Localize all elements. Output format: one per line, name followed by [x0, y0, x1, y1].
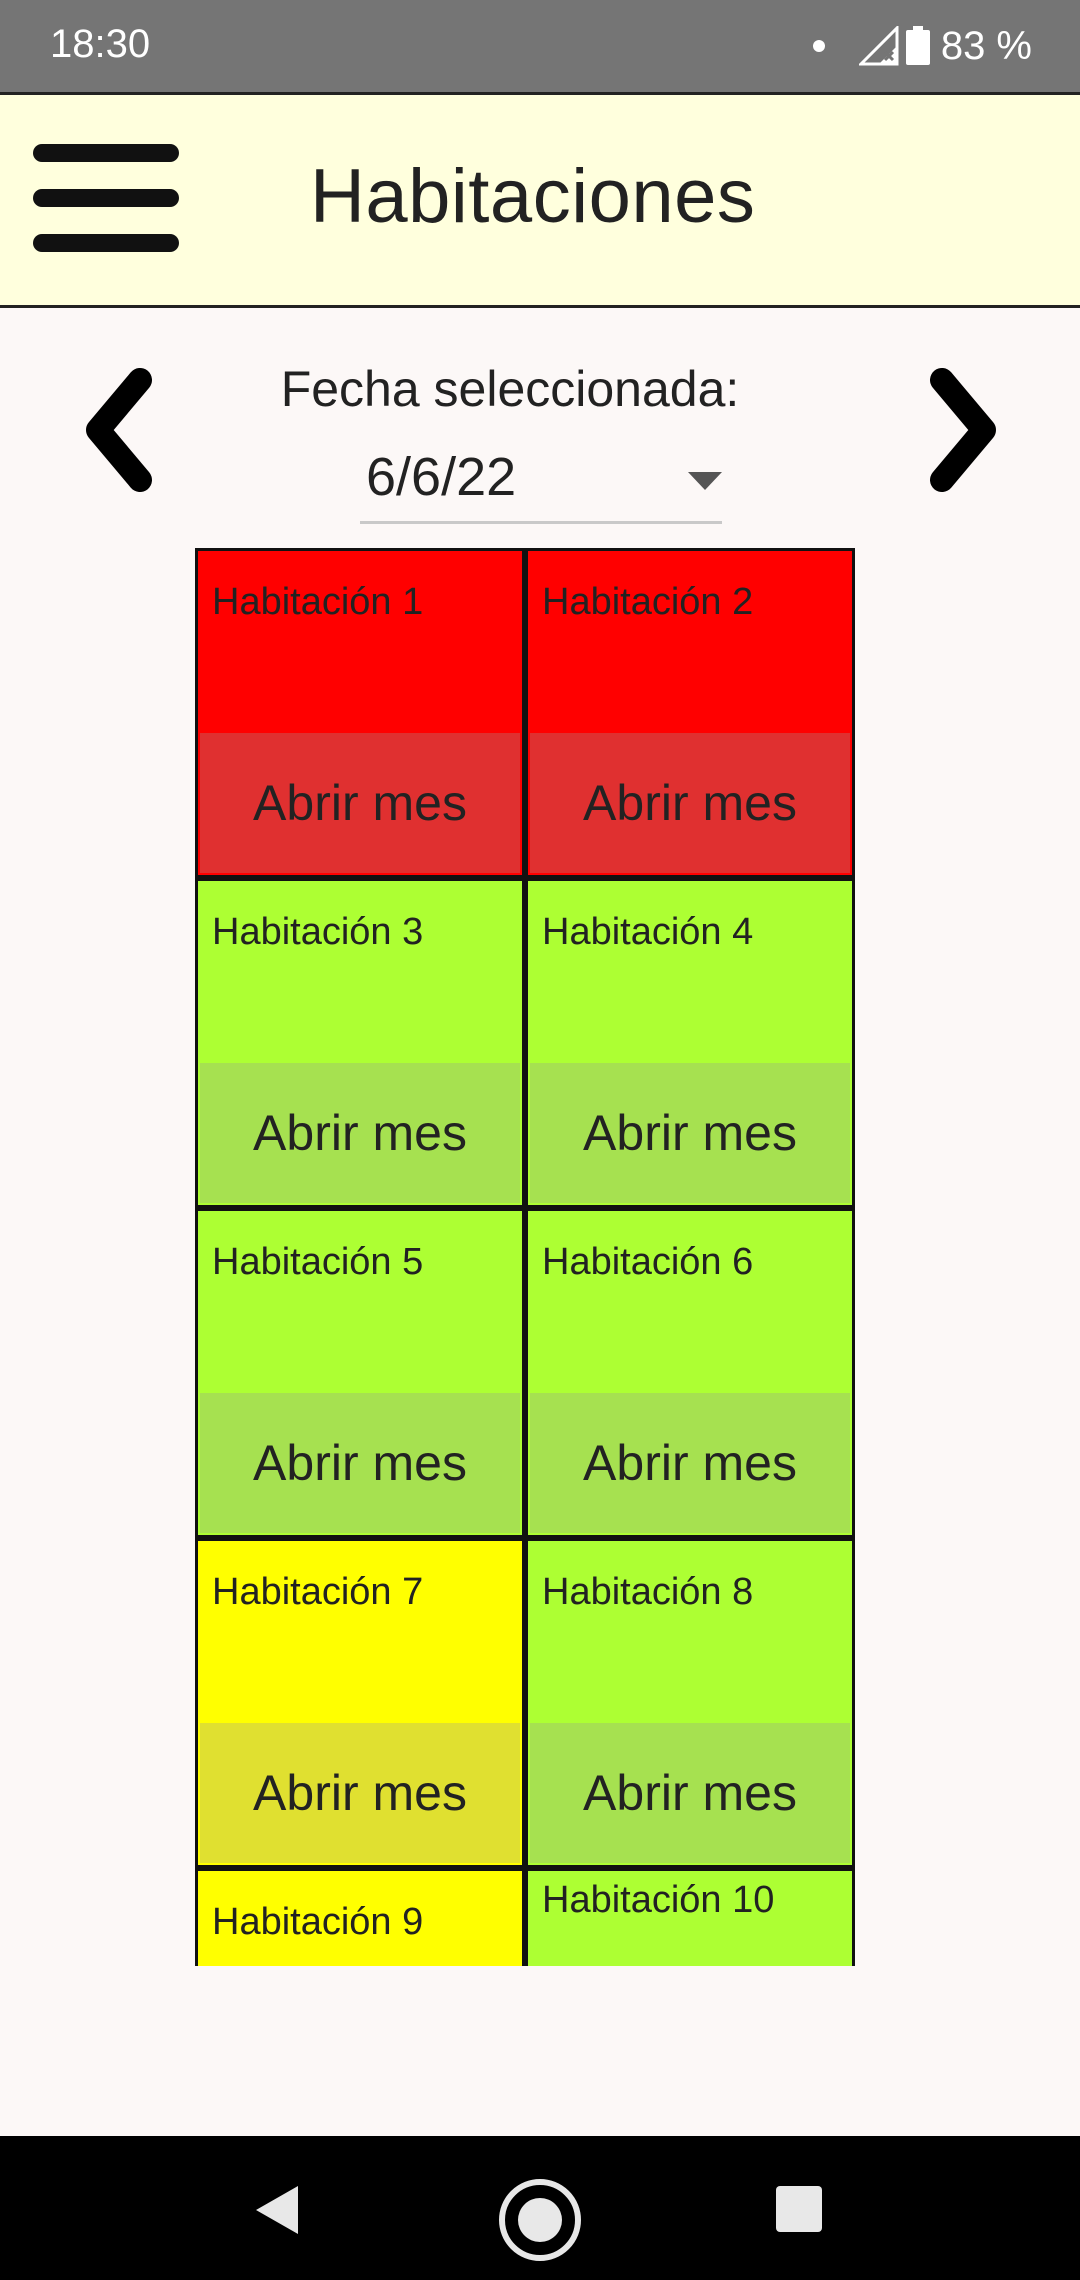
open-month-button[interactable]: Abrir mes [200, 1723, 520, 1863]
chevron-left-icon [86, 368, 152, 492]
room-card[interactable]: Habitación 5 Abrir mes [195, 1208, 525, 1538]
room-card[interactable]: Habitación 7 Abrir mes [195, 1538, 525, 1868]
recents-icon[interactable] [774, 2184, 824, 2234]
room-card[interactable]: Habitación 4 Abrir mes [525, 878, 855, 1208]
date-dropdown[interactable]: 6/6/22 [360, 442, 722, 524]
room-name: Habitación 2 [542, 581, 754, 623]
room-name: Habitación 4 [542, 911, 754, 953]
room-name: Habitación 5 [212, 1241, 424, 1283]
hamburger-menu-icon [33, 144, 179, 252]
room-name: Habitación 7 [212, 1571, 424, 1613]
open-month-button[interactable]: Abrir mes [200, 1063, 520, 1203]
menu-button[interactable] [32, 143, 180, 253]
room-name: Habitación 3 [212, 911, 424, 953]
date-label: Fecha seleccionada: [280, 361, 740, 417]
system-nav-bar [0, 2136, 1080, 2280]
room-card[interactable]: Habitación 6 Abrir mes [525, 1208, 855, 1538]
room-card[interactable]: Habitación 10Abrir mes [525, 1868, 855, 1966]
battery-level: 83 % [940, 23, 1032, 68]
open-month-button[interactable]: Abrir mes [530, 733, 850, 873]
room-name: Habitación 8 [542, 1571, 754, 1613]
room-card[interactable]: Habitación 3 Abrir mes [195, 878, 525, 1208]
open-month-button[interactable]: Abrir mes [530, 1063, 850, 1203]
room-name: Habitación 6 [542, 1241, 754, 1283]
room-card[interactable]: Habitación 9Abrir mes [195, 1868, 525, 1966]
room-card[interactable]: Habitación 1 Abrir mes [195, 548, 525, 878]
room-card[interactable]: Habitación 2 Abrir mes [525, 548, 855, 878]
page-title: Habitaciones [310, 154, 756, 239]
previous-date-button[interactable] [78, 362, 168, 502]
room-name: Habitación 9 [212, 1901, 424, 1943]
room-card[interactable]: Habitación 8 Abrir mes [525, 1538, 855, 1868]
room-name: Habitación 1 [212, 581, 424, 623]
date-value: 6/6/22 [366, 447, 517, 507]
status-icons: 83 % [812, 22, 1032, 70]
open-month-button[interactable]: Abrir mes [530, 1723, 850, 1863]
home-icon[interactable] [496, 2176, 584, 2264]
open-month-button[interactable]: Abrir mes [200, 733, 520, 873]
app-bar: Habitaciones [0, 92, 1080, 308]
chevron-right-icon [930, 368, 996, 492]
back-icon[interactable] [250, 2182, 306, 2238]
dropdown-arrow-icon [688, 472, 722, 490]
status-bar: 18:30 83 % [0, 0, 1080, 92]
open-month-button[interactable]: Abrir mes [530, 1393, 850, 1533]
room-name: Habitación 10 [542, 1879, 775, 1921]
room-grid: Habitación 1 Abrir mes Habitación 2 Abrir m… [195, 548, 855, 1966]
status-time: 18:30 [50, 22, 151, 66]
notification-dot-icon [812, 40, 825, 52]
battery-icon [905, 26, 930, 65]
next-date-button[interactable] [914, 362, 1004, 502]
open-month-button[interactable]: Abrir mes [200, 1393, 520, 1533]
signal-no-data-icon [858, 26, 899, 66]
rooms-list[interactable]: Habitación 1 Abrir mes Habitación 2 Abrir m… [195, 548, 855, 1966]
